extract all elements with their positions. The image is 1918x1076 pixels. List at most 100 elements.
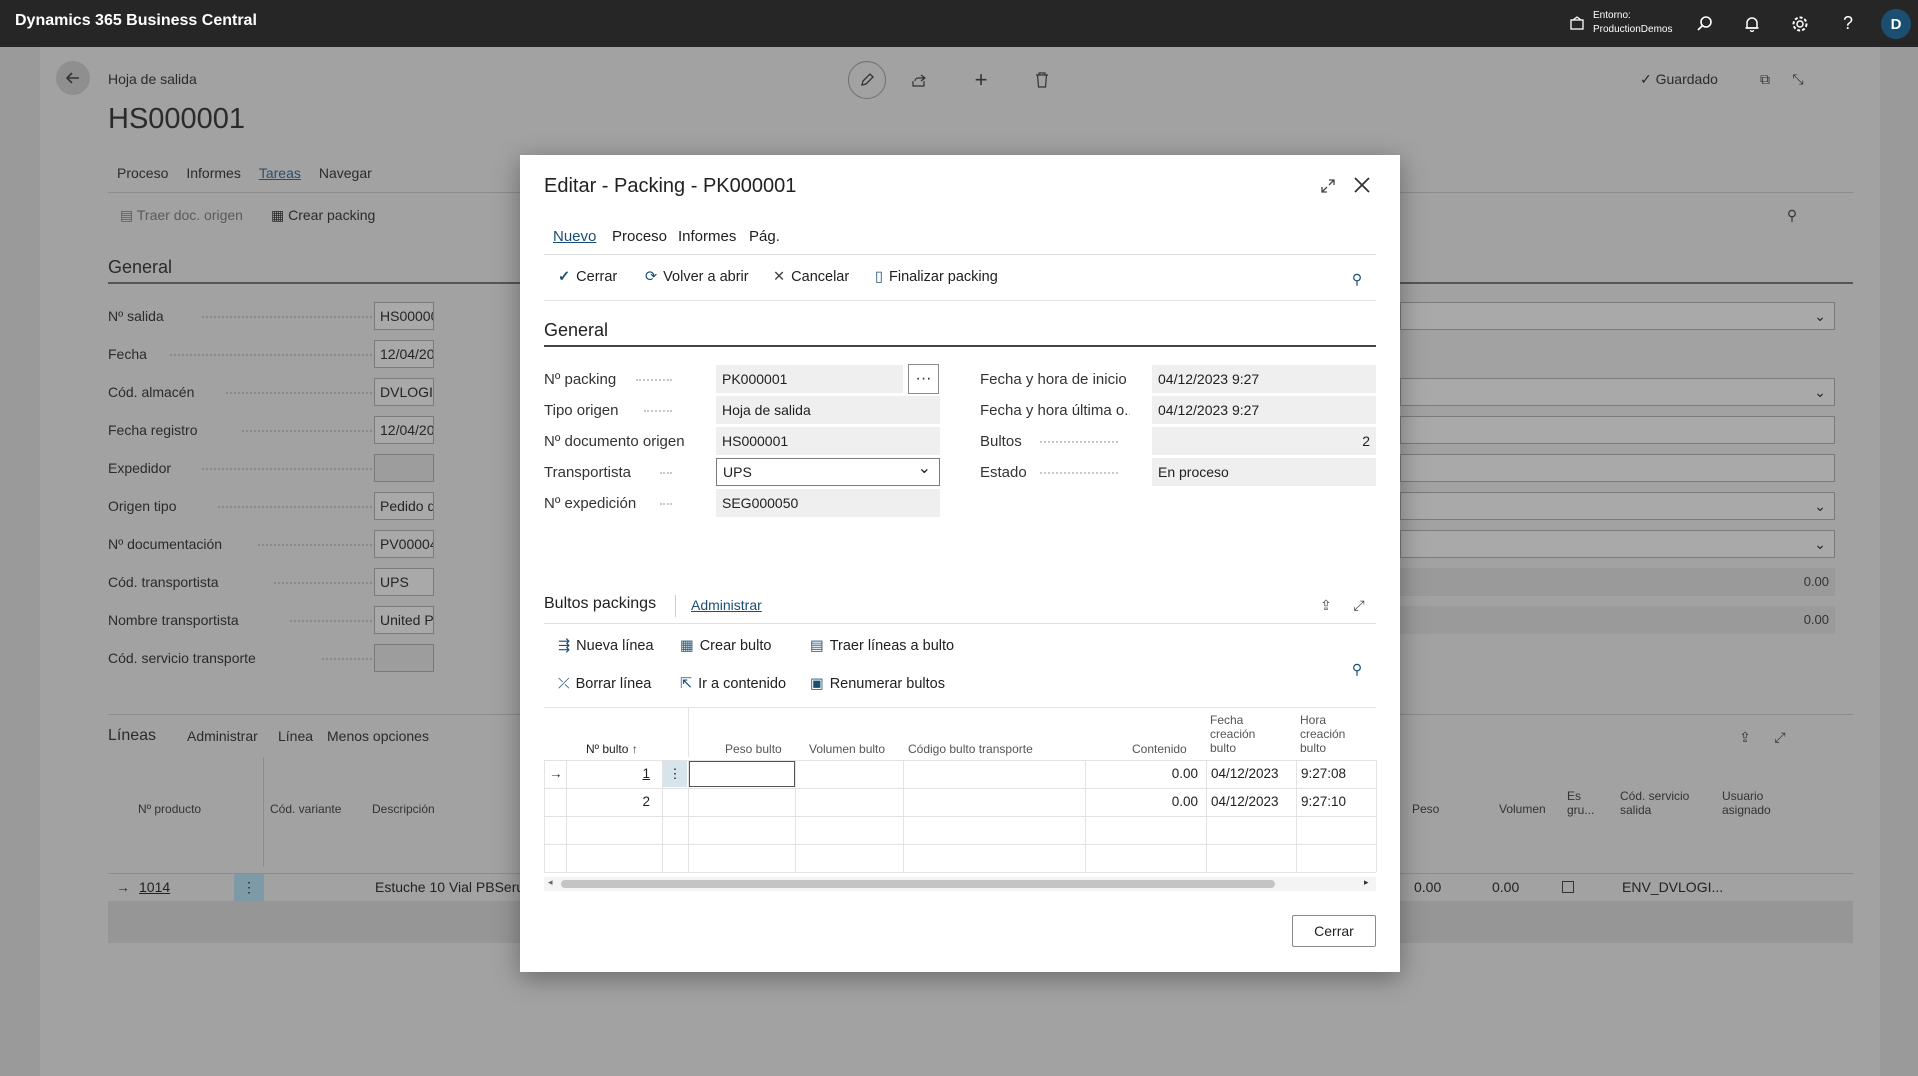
- grid-cell-bulto[interactable]: 2: [570, 789, 650, 815]
- menu-proceso[interactable]: Proceso: [117, 165, 168, 181]
- subpage-pin-icon[interactable]: ⚲: [1347, 659, 1367, 679]
- bg-field-value[interactable]: [374, 644, 434, 672]
- tab-pag[interactable]: Pág.: [749, 228, 780, 245]
- right-field-4[interactable]: [1400, 454, 1835, 482]
- search-icon[interactable]: [1693, 12, 1717, 36]
- grid-cell-fecha[interactable]: 04/12/2023: [1211, 789, 1291, 815]
- bg-field-value[interactable]: United Pa: [374, 606, 434, 634]
- action-crear-bulto[interactable]: ▦ Crear bulto: [680, 638, 771, 654]
- col-fecha-creacion[interactable]: Fecha creación bulto: [1210, 713, 1266, 755]
- help-icon[interactable]: ?: [1836, 11, 1860, 35]
- action-traer-lineas[interactable]: ▤ Traer líneas a bulto: [810, 638, 954, 654]
- menu-informes[interactable]: Informes: [186, 165, 240, 181]
- dialog-field-value[interactable]: SEG000050: [716, 489, 940, 517]
- create-packing-button[interactable]: ▦ Crear packing: [271, 207, 375, 224]
- environment-icon[interactable]: [1566, 12, 1588, 34]
- collapse-icon[interactable]: ⤡: [1788, 69, 1808, 89]
- expand-icon[interactable]: [1317, 175, 1339, 197]
- dialog-field-value[interactable]: En proceso: [1152, 458, 1376, 486]
- action-finalizar-packing[interactable]: ▯ Finalizar packing: [875, 269, 998, 285]
- lines-manage[interactable]: Administrar: [187, 728, 258, 744]
- right-dropdown-2[interactable]: ⌄: [1400, 378, 1835, 406]
- dialog-field-value[interactable]: 04/12/2023 9:27: [1152, 365, 1376, 393]
- right-dropdown-5[interactable]: ⌄: [1400, 492, 1835, 520]
- notification-bell-icon[interactable]: [1740, 12, 1764, 36]
- transportista-dropdown[interactable]: UPS ⌄: [716, 458, 940, 486]
- grid-cell-hora[interactable]: 9:27:08: [1301, 761, 1375, 787]
- grid-cell-contenido[interactable]: 0.00: [1090, 761, 1198, 787]
- action-ir-contenido[interactable]: ⇱ Ir a contenido: [680, 676, 786, 692]
- subpage-expand-icon[interactable]: ⤢: [1349, 595, 1369, 615]
- delete-icon[interactable]: [1031, 69, 1053, 91]
- horizontal-scrollbar[interactable]: ◂ ▸: [544, 877, 1376, 891]
- col-peso-bulto[interactable]: Peso bulto: [725, 742, 782, 756]
- col-contenido[interactable]: Contenido: [1132, 742, 1187, 756]
- action-nueva-linea[interactable]: ⇶ Nueva línea: [558, 638, 654, 654]
- scroll-right-icon[interactable]: ▸: [1364, 877, 1369, 888]
- pin-icon[interactable]: ⚲: [1347, 269, 1367, 289]
- lines-less-options[interactable]: Menos opciones: [327, 728, 429, 744]
- subpage-share-icon[interactable]: ⇪: [1316, 595, 1336, 615]
- tab-proceso[interactable]: Proceso: [612, 228, 667, 245]
- menu-tareas[interactable]: Tareas: [259, 165, 301, 181]
- lines-share-icon[interactable]: ⇪: [1735, 727, 1755, 747]
- scroll-left-icon[interactable]: ◂: [548, 877, 553, 888]
- get-source-doc-button[interactable]: ▤ Traer doc. origen: [120, 207, 243, 224]
- col-volumen-bulto[interactable]: Volumen bulto: [809, 742, 885, 756]
- col-codigo-bulto[interactable]: Código bulto transporte: [908, 742, 1033, 756]
- add-icon[interactable]: +: [970, 67, 992, 92]
- environment-info[interactable]: Entorno: ProductionDemos: [1593, 9, 1672, 37]
- row-group-checkbox[interactable]: [1562, 881, 1574, 893]
- dialog-field-value[interactable]: 2: [1152, 427, 1376, 455]
- tab-informes[interactable]: Informes: [678, 228, 736, 245]
- back-button[interactable]: [56, 61, 90, 95]
- lines-tab[interactable]: Líneas: [108, 727, 156, 745]
- right-dropdown-6[interactable]: ⌄: [1400, 530, 1835, 558]
- action-borrar-linea[interactable]: ⤫ Borrar línea: [558, 676, 651, 692]
- close-icon[interactable]: [1350, 173, 1374, 197]
- col-nbulto[interactable]: Nº bulto ↑: [586, 742, 638, 756]
- grid-cell-contenido[interactable]: 0.00: [1090, 789, 1198, 815]
- edit-icon[interactable]: [848, 61, 886, 99]
- right-dropdown-1[interactable]: ⌄: [1400, 302, 1835, 330]
- grid-cell-hora[interactable]: 9:27:10: [1301, 789, 1375, 815]
- dialog-field-value[interactable]: Hoja de salida: [716, 396, 940, 424]
- tab-nuevo[interactable]: Nuevo: [553, 228, 596, 245]
- right-field-3[interactable]: [1400, 416, 1835, 444]
- action-cancelar[interactable]: ✕ Cancelar: [773, 269, 849, 285]
- lines-line[interactable]: Línea: [278, 728, 313, 744]
- peso-bulto-input[interactable]: [689, 761, 795, 787]
- bg-field-value[interactable]: Pedido d: [374, 492, 434, 520]
- bg-field-value[interactable]: UPS: [374, 568, 434, 596]
- avatar[interactable]: D: [1881, 9, 1911, 39]
- dialog-field-value[interactable]: 04/12/2023 9:27: [1152, 396, 1376, 424]
- lookup-button[interactable]: ···: [908, 364, 939, 394]
- menu-navegar[interactable]: Navegar: [319, 165, 372, 181]
- pin-icon[interactable]: ⚲: [1782, 205, 1802, 225]
- close-button[interactable]: Cerrar: [1292, 915, 1376, 947]
- share-icon[interactable]: [908, 69, 930, 91]
- grid-cell-bulto[interactable]: 1: [570, 761, 650, 787]
- bg-field-value[interactable]: HS00000: [374, 302, 434, 330]
- subpage-manage[interactable]: Administrar: [691, 597, 762, 613]
- scrollbar-thumb[interactable]: [561, 880, 1275, 888]
- bg-field-value[interactable]: 12/04/20: [374, 340, 434, 368]
- open-new-window-icon[interactable]: ⧉: [1755, 69, 1775, 89]
- gear-icon[interactable]: [1788, 12, 1812, 36]
- app-title[interactable]: Dynamics 365 Business Central: [15, 12, 257, 30]
- action-volver-abrir[interactable]: ⟳ Volver a abrir: [645, 269, 749, 285]
- row-producto[interactable]: 1014: [139, 879, 170, 895]
- grid-cell-fecha[interactable]: 04/12/2023: [1211, 761, 1291, 787]
- action-cerrar[interactable]: ✓ Cerrar: [558, 269, 617, 285]
- row-menu-icon[interactable]: ⋮: [663, 761, 687, 787]
- bg-field-value[interactable]: PV00004: [374, 530, 434, 558]
- action-renumerar[interactable]: ▣ Renumerar bultos: [810, 676, 945, 692]
- row-menu-icon[interactable]: ⋮: [234, 874, 264, 901]
- dialog-field-value[interactable]: HS000001: [716, 427, 940, 455]
- bg-field-value[interactable]: 12/04/20: [374, 416, 434, 444]
- subpage-title[interactable]: Bultos packings: [544, 595, 656, 613]
- dialog-field-value[interactable]: PK000001: [716, 365, 903, 393]
- breadcrumb[interactable]: Hoja de salida: [108, 71, 197, 87]
- col-hora-creacion[interactable]: Hora creación bulto: [1300, 713, 1350, 755]
- lines-expand-icon[interactable]: ⤢: [1770, 727, 1790, 747]
